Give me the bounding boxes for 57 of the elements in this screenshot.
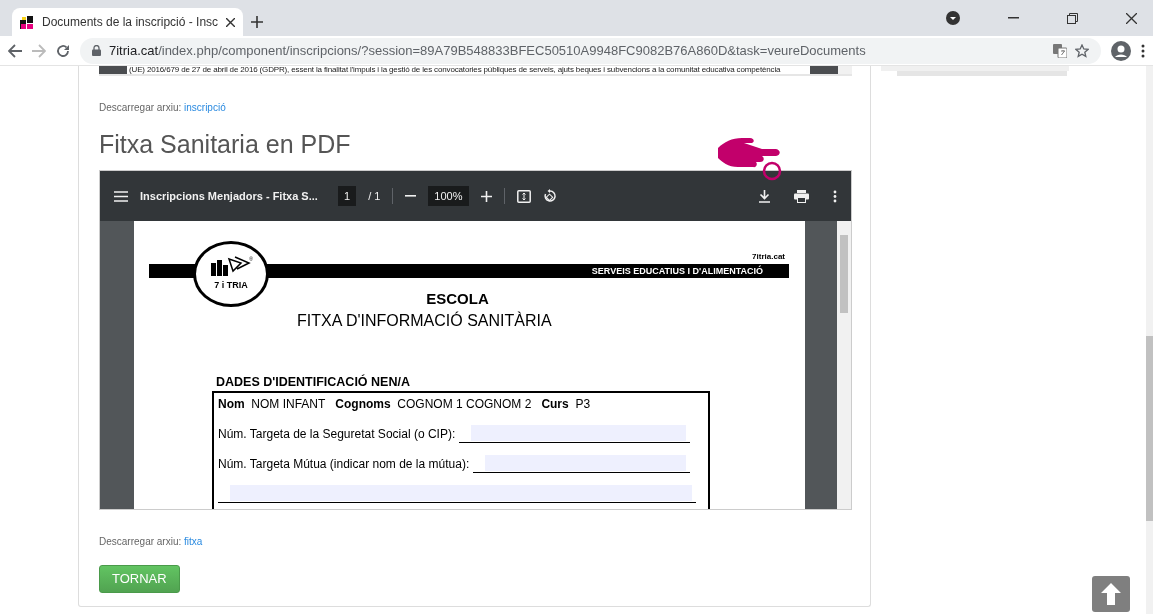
download-link[interactable]: fitxa <box>184 536 203 547</box>
translate-icon[interactable] <box>1053 43 1067 58</box>
rotate-icon[interactable] <box>542 189 557 203</box>
minimize-icon[interactable] <box>1008 17 1019 19</box>
lock-icon <box>92 45 101 56</box>
school-title: ESCOLA <box>425 289 490 309</box>
logo-mark-icon <box>209 255 253 278</box>
menu-icon[interactable] <box>114 190 128 202</box>
url-path: /index.php/component/inscripcions/?session=89A79B548833BFEC50510A9948FC9082B76A860D&task=veureDocuments <box>158 42 866 58</box>
more-menu-icon[interactable] <box>1141 43 1145 58</box>
url-host: 7itria.cat <box>109 42 159 58</box>
more-options-icon[interactable] <box>833 189 837 203</box>
scrollbar[interactable] <box>837 221 851 509</box>
form-input-field[interactable] <box>230 485 692 501</box>
page-number-field[interactable]: 1 <box>338 185 357 207</box>
download-text: Descarregar arxiu: inscripció <box>99 101 227 115</box>
document-title: Inscripcions Menjadors - Fitxa S... <box>140 188 319 204</box>
document-text: (UE) 2016/679 de 27 de abril de 2016 (GDPR), essent la finalitat l'impuls i la gestió de les convocatories públiques de serveis, ajuts beques i subvencions a la comunitat educativa competència <box>128 66 782 74</box>
download-text: Descarregar arxiu: fitxa <box>99 535 204 549</box>
back-icon[interactable] <box>8 43 22 58</box>
page-total: / 1 <box>368 188 381 204</box>
new-tab-icon[interactable] <box>251 16 264 28</box>
document-edge <box>810 66 838 74</box>
restore-icon[interactable] <box>1067 12 1078 24</box>
print-icon[interactable] <box>794 189 809 203</box>
form-field-text: Nom NOM INFANT <box>218 396 326 413</box>
zoom-in-icon[interactable] <box>480 190 492 202</box>
download-link[interactable]: inscripció <box>184 102 226 113</box>
field-label: Núm. Targeta Mútua (indicar nom de la mútua): <box>218 456 470 473</box>
logo-text: 7 i TRIA <box>214 279 248 293</box>
field-label: Núm. Targeta de la Seguretat Social (o CIP): <box>218 426 456 443</box>
form-title: FITXA D'INFORMACIÓ SANITÀRIA <box>297 310 552 331</box>
bookmark-star-icon[interactable] <box>1075 43 1089 58</box>
browser-tab[interactable]: Documents de la inscripció - Insc <box>12 8 244 36</box>
site-favicon-icon <box>20 15 34 29</box>
close-tab-icon[interactable] <box>226 17 236 27</box>
section-heading: Fitxa Sanitaria en PDF <box>99 129 351 159</box>
zoom-field[interactable]: 100% <box>428 185 469 207</box>
download-icon[interactable] <box>759 189 770 203</box>
address-bar[interactable]: 7itria.cat/index.php/component/inscripcions/?session=89A79B548833BFEC50510A9948FC9082B76A860D&task=veureDocuments <box>80 37 1101 64</box>
fit-page-icon[interactable] <box>516 189 531 203</box>
profile-avatar-icon[interactable] <box>1111 40 1131 61</box>
form-input-field[interactable] <box>471 425 686 441</box>
up-arrow-icon <box>1101 583 1121 605</box>
site-text: 7itria.cat <box>752 251 785 263</box>
document-edge <box>99 66 127 74</box>
close-icon[interactable] <box>1126 12 1137 24</box>
tab-title: Documents de la inscripció - Insc <box>42 14 219 31</box>
reload-icon[interactable] <box>56 43 70 58</box>
scrollbar[interactable] <box>838 66 852 74</box>
form-field-text: Curs P3 <box>541 396 591 413</box>
tab-search-icon[interactable] <box>946 11 960 25</box>
page-scrollbar[interactable] <box>1146 66 1153 614</box>
form-field-text: Cognoms COGNOM 1 COGNOM 2 <box>335 396 532 413</box>
section-title: DADES D'IDENTIFICACIÓ NEN/A <box>216 373 410 391</box>
back-to-top-button[interactable] <box>1092 576 1130 612</box>
form-input-field[interactable] <box>485 455 686 471</box>
